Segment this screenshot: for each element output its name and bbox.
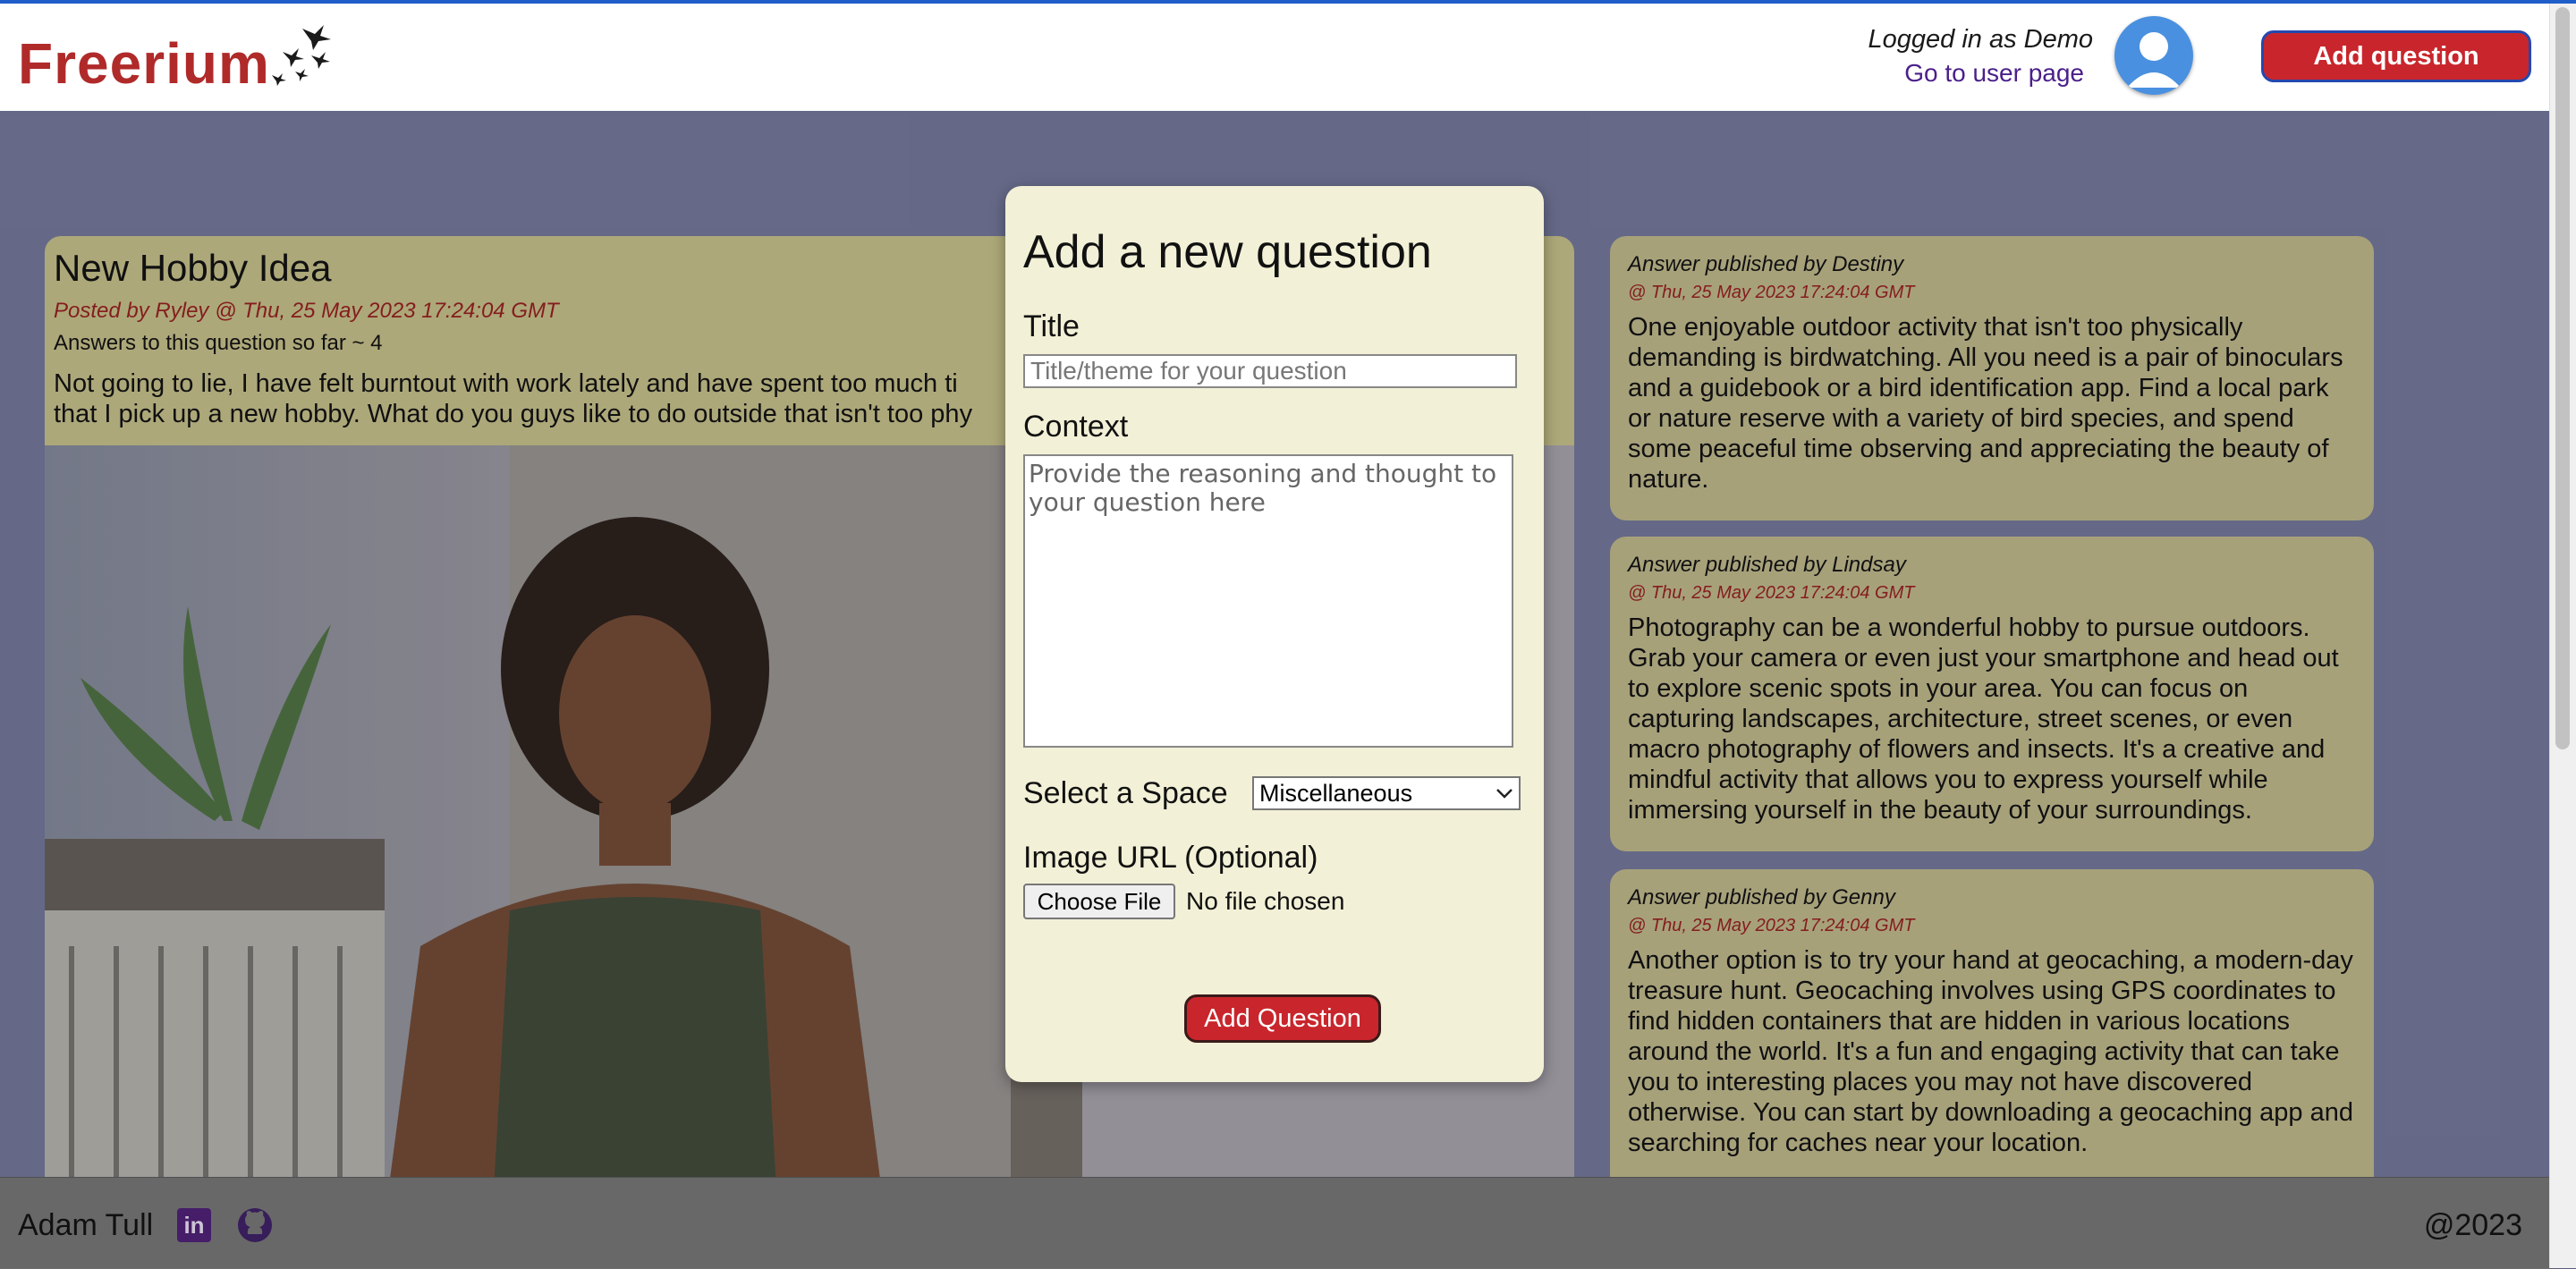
title-input[interactable] <box>1023 354 1517 388</box>
site-header: Freerium Logged in as Demo Go to user pa… <box>0 4 2549 112</box>
answer-card: Answer published by Genny @ Thu, 25 May … <box>1610 869 2374 1177</box>
add-question-button[interactable]: Add question <box>2261 30 2531 82</box>
answer-author: Answer published by Genny <box>1628 885 1895 909</box>
space-select[interactable]: Miscellaneous <box>1252 776 1521 810</box>
answer-text: Photography can be a wonderful hobby to … <box>1628 613 2339 825</box>
user-page-link[interactable]: Go to user page <box>1904 59 2084 88</box>
answer-date: @ Thu, 25 May 2023 17:24:04 GMT <box>1628 916 1915 935</box>
footer-author-name: Adam Tull <box>18 1208 154 1242</box>
page-scrollbar[interactable] <box>2549 4 2576 1268</box>
brand-logo-text[interactable]: Freerium <box>18 30 270 97</box>
question-title: New Hobby Idea <box>54 247 332 289</box>
context-textarea[interactable] <box>1023 454 1513 748</box>
title-label: Title <box>1023 309 1080 343</box>
choose-file-button[interactable]: Choose File <box>1023 884 1175 919</box>
chevron-down-icon <box>1496 789 1513 799</box>
scrollbar-thumb[interactable] <box>2555 7 2570 749</box>
submit-question-button[interactable]: Add Question <box>1184 994 1381 1043</box>
site-footer: Adam Tull in @2023 <box>0 1177 2549 1269</box>
github-icon[interactable] <box>236 1206 274 1244</box>
answer-card: Answer published by Destiny @ Thu, 25 Ma… <box>1610 236 2374 520</box>
space-select-value: Miscellaneous <box>1259 779 1413 807</box>
answer-date: @ Thu, 25 May 2023 17:24:04 GMT <box>1628 583 1915 603</box>
answer-date: @ Thu, 25 May 2023 17:24:04 GMT <box>1628 283 1915 302</box>
answer-text: One enjoyable outdoor activity that isn'… <box>1628 313 2343 494</box>
context-label: Context <box>1023 410 1129 444</box>
answer-card: Answer published by Lindsay @ Thu, 25 Ma… <box>1610 537 2374 851</box>
space-label: Select a Space <box>1023 776 1228 810</box>
question-meta: Posted by Ryley @ Thu, 25 May 2023 17:24… <box>54 299 559 323</box>
linkedin-icon[interactable]: in <box>177 1208 211 1242</box>
add-question-modal: Add a new question Title Context Select … <box>1005 186 1544 1082</box>
answer-text: Another option is to try your hand at ge… <box>1628 946 2353 1157</box>
answer-author: Answer published by Lindsay <box>1628 553 1906 577</box>
modal-heading: Add a new question <box>1023 226 1432 278</box>
image-url-label: Image URL (Optional) <box>1023 841 1318 875</box>
answers-count: Answers to this question so far ~ 4 <box>54 331 383 355</box>
logged-in-status: Logged in as Demo <box>1868 25 2094 54</box>
footer-copyright: @2023 <box>2423 1208 2522 1242</box>
birds-logo-icon <box>272 25 331 86</box>
answer-author: Answer published by Destiny <box>1628 252 1904 276</box>
file-status-text: No file chosen <box>1186 887 1345 915</box>
user-avatar-icon[interactable] <box>2114 16 2193 95</box>
